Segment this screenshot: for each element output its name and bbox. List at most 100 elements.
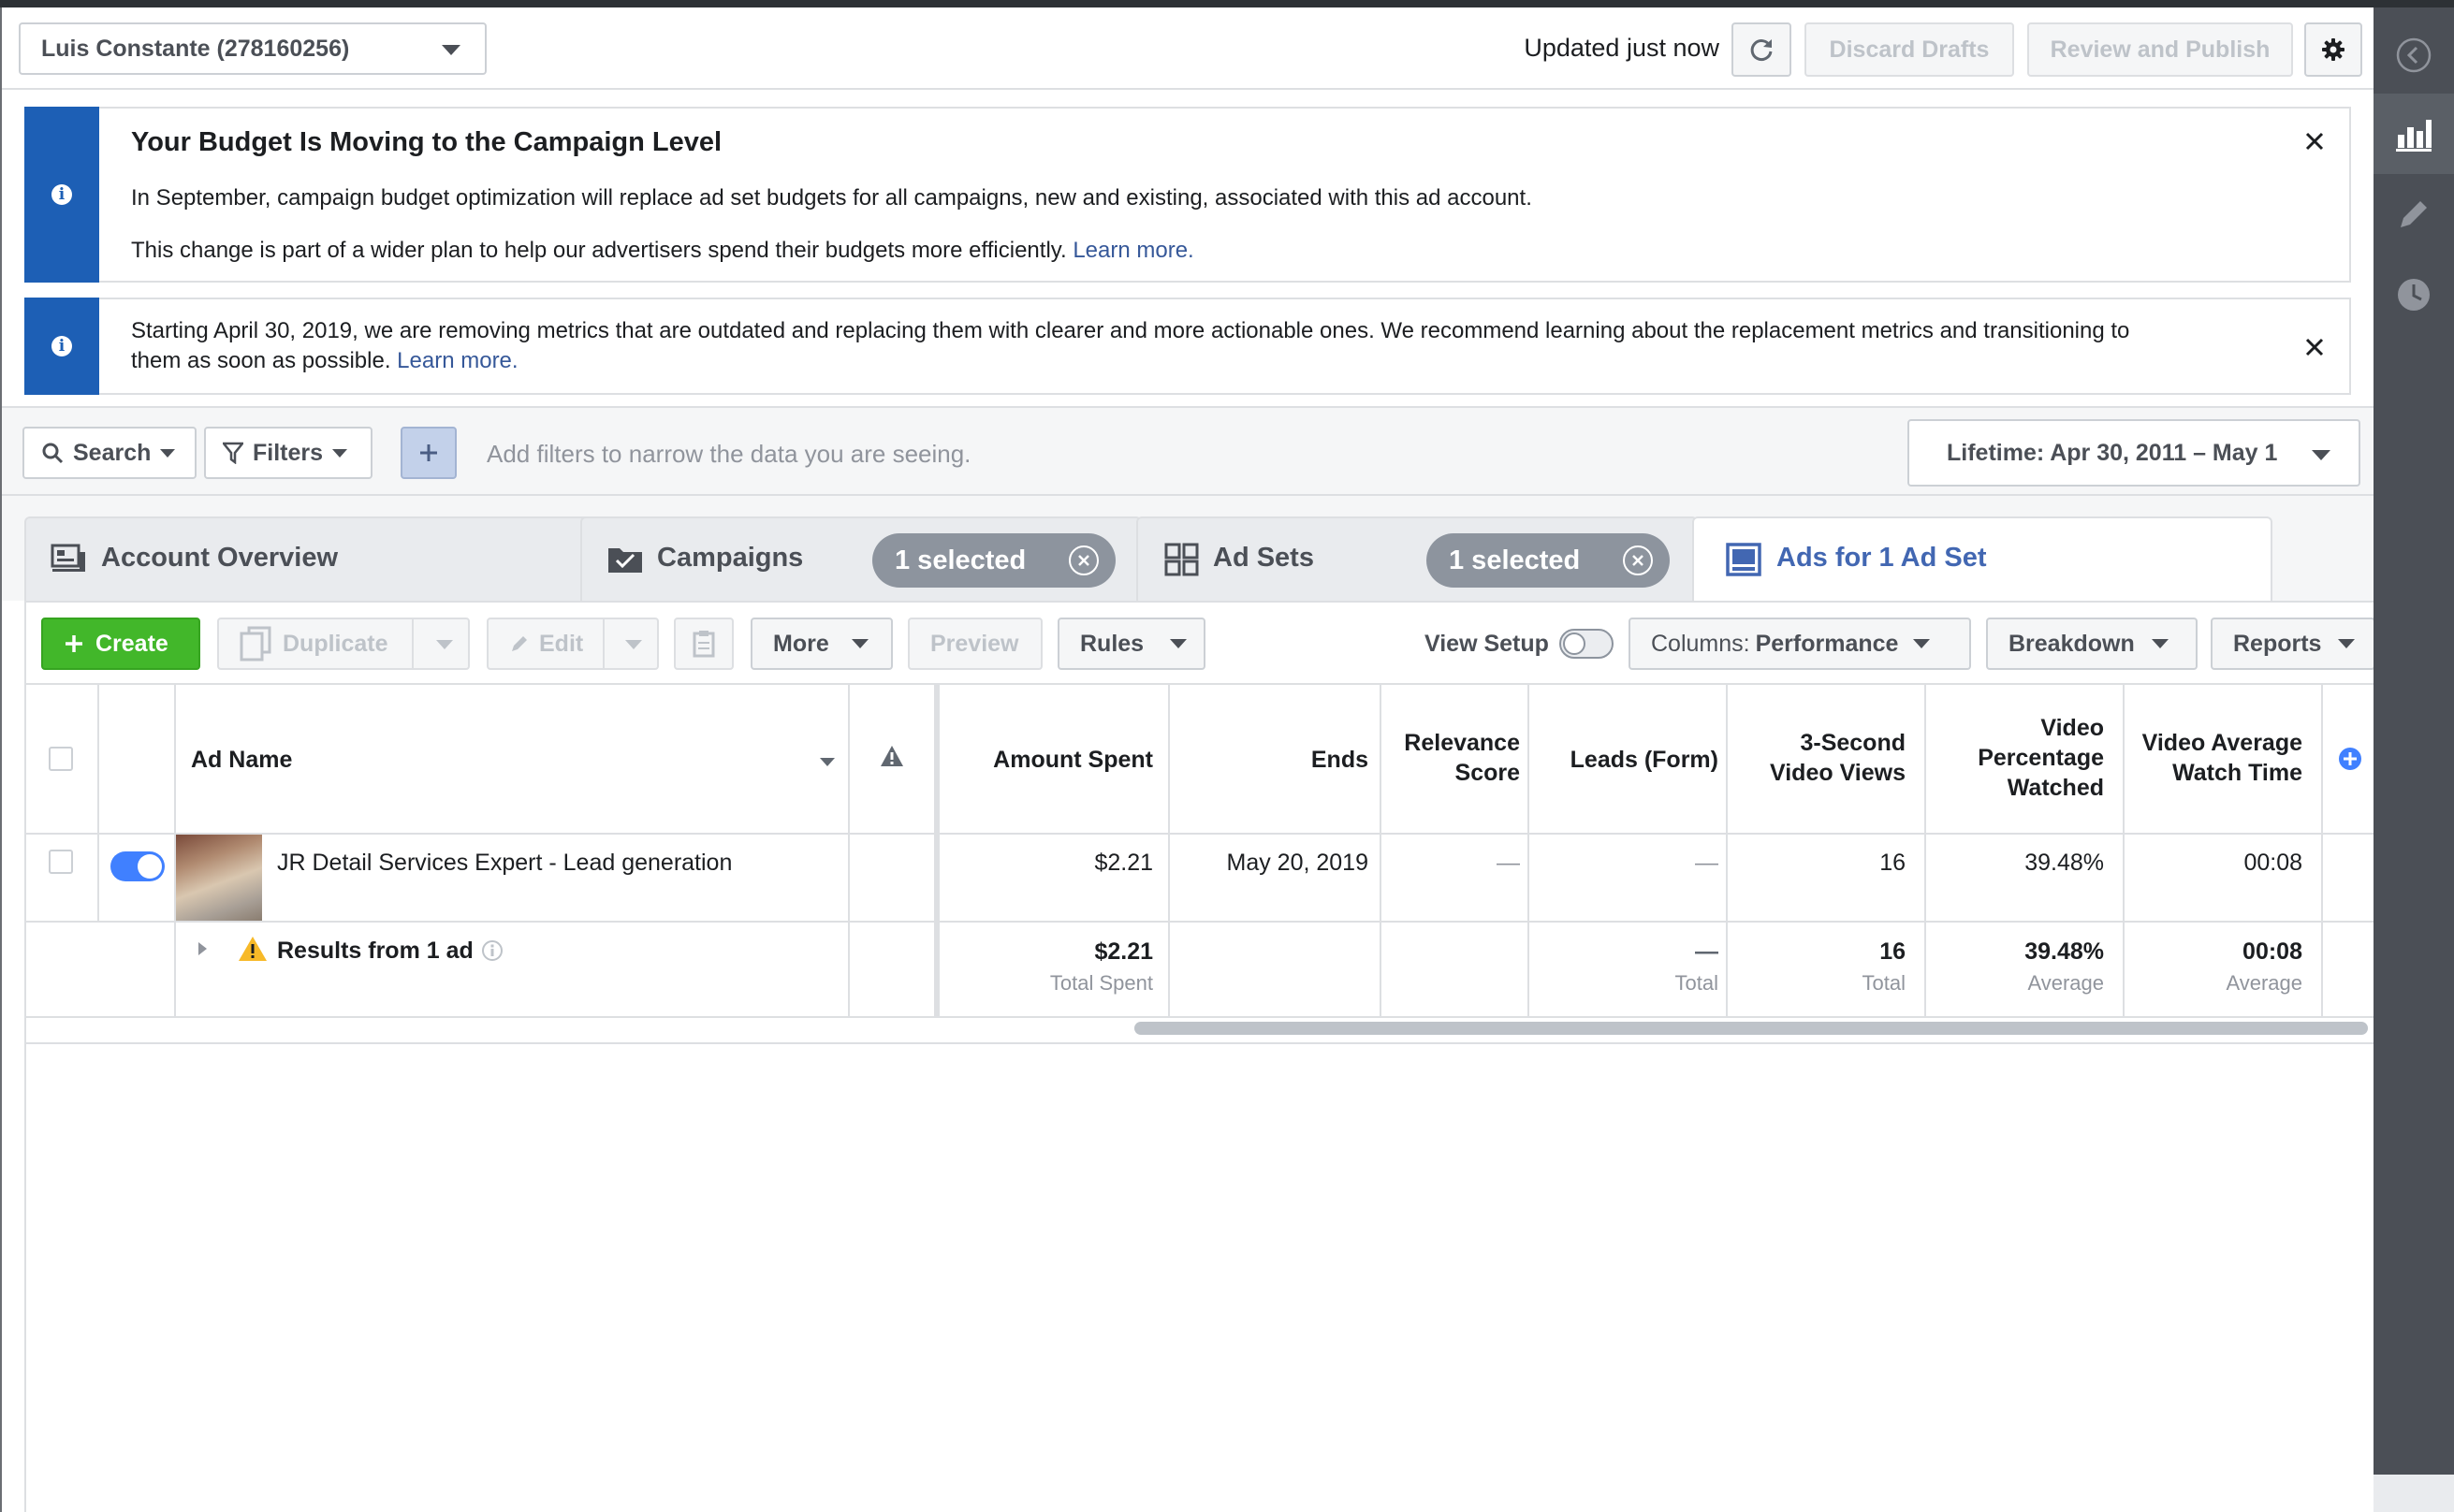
header-line: Relevance (1404, 730, 1520, 756)
column-divider (1726, 685, 1728, 833)
column-header-amount-spent[interactable]: Amount Spent (940, 745, 1153, 775)
tab-campaigns[interactable]: Campaigns 1 selected (580, 516, 1142, 601)
refresh-button[interactable] (1731, 22, 1791, 77)
view-setup-toggle[interactable] (1559, 629, 1614, 659)
relevance-cell: — (1497, 850, 1520, 876)
column-divider (1168, 923, 1170, 1016)
column-header-leads[interactable]: Leads (Form) (1533, 745, 1718, 775)
right-sidebar (2374, 7, 2454, 1512)
breakdown-dropdown[interactable]: Breakdown (1986, 618, 2198, 670)
summary-caption: Average (2027, 971, 2104, 995)
pencil-icon (2401, 201, 2427, 227)
reports-dropdown[interactable]: Reports (2211, 618, 2375, 670)
create-button[interactable]: Create (41, 618, 200, 670)
column-divider (97, 835, 99, 921)
info-icon[interactable] (481, 939, 504, 962)
table-row[interactable]: JR Detail Services Expert - Lead generat… (26, 835, 2375, 923)
chevron-down-icon (2338, 639, 2356, 648)
learn-more-link[interactable]: Learn more. (1073, 238, 1193, 263)
columns-dropdown[interactable]: Columns: Performance (1629, 618, 1971, 670)
column-header-video-percentage[interactable]: Video Percentage Watched (1930, 713, 2104, 803)
sidebar-item-charts[interactable] (2374, 94, 2454, 174)
duplicate-icon (240, 626, 271, 662)
header-line: Video Average (2141, 730, 2302, 756)
leads-cell: — (1695, 850, 1718, 876)
summary-amount-spent: $2.21 Total Spent (940, 936, 1153, 999)
filters-label: Filters (253, 439, 324, 466)
clear-selection-button[interactable] (1069, 545, 1099, 575)
adsets-selection-pill[interactable]: 1 selected (1426, 533, 1670, 588)
rules-button[interactable]: Rules (1058, 618, 1205, 670)
add-column-icon[interactable] (2338, 747, 2362, 771)
learn-more-link[interactable]: Learn more. (397, 348, 518, 373)
review-publish-button[interactable]: Review and Publish (2027, 22, 2293, 77)
close-icon (2305, 132, 2324, 151)
column-header-ends[interactable]: Ends (1174, 745, 1368, 775)
chevron-down-icon (851, 639, 869, 648)
info-icon: i (51, 184, 72, 205)
clear-selection-button[interactable] (1623, 545, 1653, 575)
tab-account-overview[interactable]: Account Overview (24, 516, 605, 601)
ad-status-toggle[interactable] (110, 851, 165, 881)
close-notice-button[interactable] (2301, 333, 2329, 361)
summary-caption: Total Spent (1049, 971, 1153, 995)
column-divider (174, 923, 176, 1016)
chevron-down-icon (442, 45, 460, 55)
filter-hint: Add filters to narrow the data you are s… (487, 440, 971, 468)
column-divider (1168, 835, 1170, 921)
window-left-edge (0, 7, 2, 1512)
more-button[interactable]: More (751, 618, 893, 670)
account-selector[interactable]: Luis Constante (278160256) (19, 22, 487, 75)
sidebar-item-history[interactable] (2374, 254, 2454, 335)
sort-chevron-icon[interactable] (820, 758, 835, 767)
horizontal-scrollbar[interactable] (1134, 1022, 2368, 1035)
ad-thumbnail[interactable] (176, 835, 262, 921)
duplicate-button[interactable]: Duplicate (217, 618, 470, 670)
preview-button[interactable]: Preview (908, 618, 1043, 670)
expand-caret-icon[interactable] (197, 941, 208, 956)
selection-count: 1 selected (1449, 545, 1581, 575)
columns-prefix: Columns: (1651, 630, 1750, 657)
chevron-down-icon[interactable] (436, 640, 453, 649)
tab-ad-sets[interactable]: Ad Sets 1 selected (1136, 516, 1698, 601)
column-header-relevance[interactable]: Relevance Score (1385, 728, 1520, 788)
column-divider (174, 685, 176, 833)
column-divider (2321, 835, 2323, 921)
date-range-picker[interactable]: Lifetime: Apr 30, 2011 – May 1 (1907, 419, 2360, 487)
discard-drafts-button[interactable]: Discard Drafts (1804, 22, 2014, 77)
sidebar-bottom (2374, 1475, 2454, 1512)
date-range-label: Lifetime: Apr 30, 2011 – May 1 (1947, 439, 2278, 466)
campaigns-selection-pill[interactable]: 1 selected (872, 533, 1116, 588)
summary-value: 39.48% (2024, 938, 2104, 965)
chevron-down-icon[interactable] (625, 640, 642, 649)
amount-spent-cell: $2.21 (1094, 850, 1153, 876)
row-checkbox[interactable] (49, 850, 73, 874)
refresh-icon (1750, 39, 1773, 61)
column-divider (1726, 835, 1728, 921)
warning-icon (239, 937, 267, 961)
header-line: Video Views (1770, 760, 1906, 786)
filters-button[interactable]: Filters (204, 427, 372, 479)
notice-body-text: This change is part of a wider plan to h… (131, 238, 1067, 263)
collapse-sidebar-button[interactable] (2374, 15, 2454, 95)
budget-notice: i Your Budget Is Moving to the Campaign … (24, 107, 2351, 283)
summary-caption: Total (1862, 971, 1906, 995)
add-filter-button[interactable] (401, 427, 457, 479)
clipboard-button[interactable] (674, 618, 734, 670)
edit-button[interactable]: Edit (487, 618, 659, 670)
header-bar: Luis Constante (278160256) Updated just … (2, 7, 2374, 90)
chevron-down-icon (1913, 639, 1931, 648)
chevron-down-icon (2312, 450, 2330, 460)
close-notice-button[interactable] (2301, 127, 2329, 155)
sidebar-item-edit[interactable] (2374, 174, 2454, 254)
ad-name-cell[interactable]: JR Detail Services Expert - Lead generat… (277, 850, 732, 877)
settings-button[interactable] (2304, 22, 2362, 77)
reports-label: Reports (2233, 630, 2322, 657)
plus-icon (420, 444, 437, 461)
column-header-3s-views[interactable]: 3-Second Video Views (1731, 728, 1906, 788)
column-header-avg-watch-time[interactable]: Video Average Watch Time (2128, 728, 2302, 788)
select-all-checkbox[interactable] (49, 747, 73, 771)
search-button[interactable]: Search (22, 427, 197, 479)
column-header-ad-name[interactable]: Ad Name (191, 745, 292, 775)
tab-ads[interactable]: Ads for 1 Ad Set (1692, 516, 2272, 603)
